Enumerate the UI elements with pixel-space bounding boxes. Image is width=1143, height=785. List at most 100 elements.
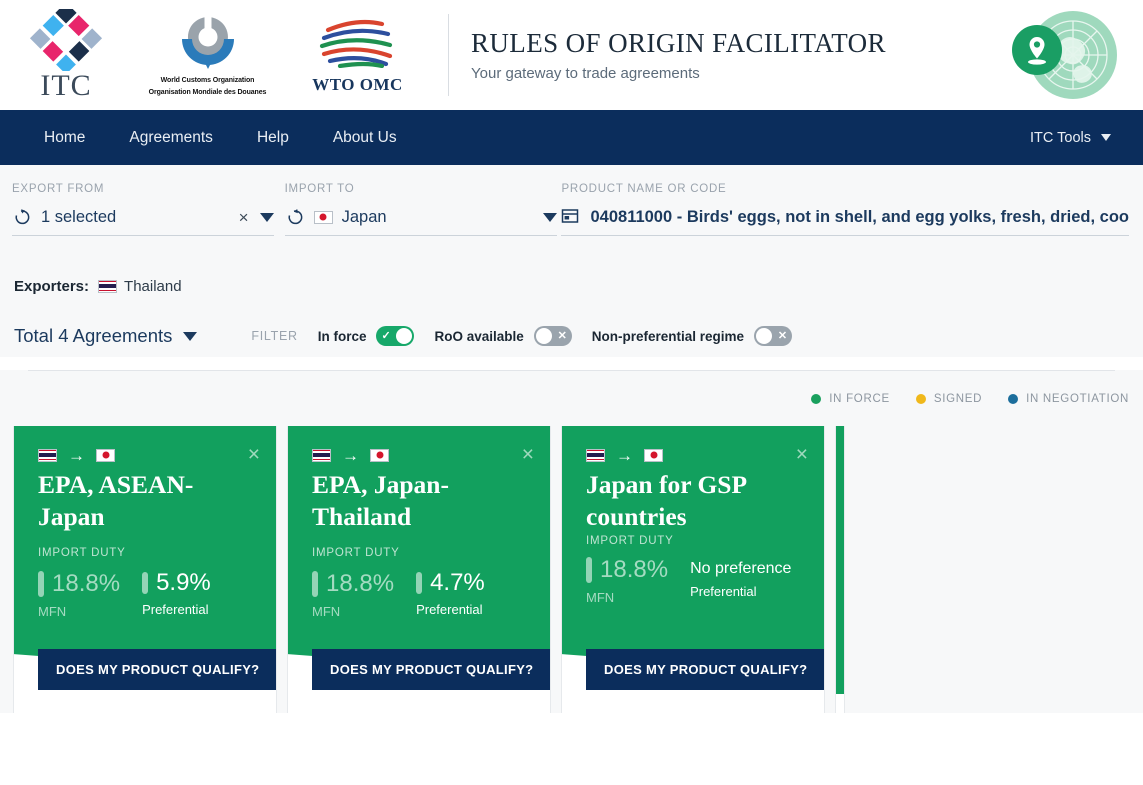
- import-to-value: Japan: [341, 207, 387, 226]
- filter-roo-available-toggle[interactable]: ✕: [533, 326, 572, 346]
- duty-mfn-caption: MFN: [586, 589, 615, 605]
- legend-label-in-negotiation: IN NEGOTIATION: [1026, 392, 1129, 405]
- flag-thailand-icon: [586, 448, 605, 462]
- legend-item-in-force: IN FORCE: [811, 393, 890, 405]
- duty-mfn-value: 18.8%: [600, 555, 669, 583]
- wco-mark-icon: [181, 16, 234, 69]
- total-agreements-label: Total 4 Agreements: [14, 325, 173, 346]
- does-my-product-qualify-button[interactable]: DOES MY PRODUCT QUALIFY?: [312, 649, 550, 690]
- toggle-knob: [396, 328, 413, 344]
- duty-mfn: 18.8% MFN: [586, 555, 669, 605]
- card-import-duty-label: IMPORT DUTY: [312, 547, 400, 560]
- exporters-label: Exporters:: [14, 277, 90, 295]
- product-catalog-icon: [561, 207, 581, 227]
- export-from-clear-icon[interactable]: ×: [239, 209, 251, 226]
- toggle-knob: [535, 328, 552, 344]
- import-to-control[interactable]: Japan: [284, 207, 558, 236]
- exporter-chip-thailand[interactable]: Thailand: [98, 278, 182, 295]
- card-close-icon[interactable]: ×: [522, 444, 534, 465]
- card-title: EPA, ASEAN-Japan: [38, 470, 194, 532]
- nav-item-about-us[interactable]: About Us: [311, 129, 419, 147]
- site-header: ITC World Customs Organization Organisat…: [0, 0, 1143, 110]
- card-duties: 18.8% MFN No preference Preferential: [586, 555, 802, 605]
- export-from-value: 1 selected: [41, 207, 117, 226]
- itc-tools-label: ITC Tools: [1030, 129, 1091, 146]
- flag-japan-icon: [644, 448, 663, 462]
- legend-label-signed: SIGNED: [933, 392, 983, 405]
- card-content: → × Japan for GSP countries IMPORT DUTY …: [562, 426, 824, 605]
- wto-mark-icon: [319, 19, 393, 68]
- duty-preferential-caption: Preferential: [416, 602, 483, 618]
- duty-mfn-value: 18.8%: [326, 570, 395, 598]
- legend-dot-signed-icon: [915, 393, 926, 404]
- card-title: EPA, Japan-Thailand: [312, 470, 449, 532]
- agreement-cards: → × EPA, ASEAN-Japan IMPORT DUTY 18.8% M…: [0, 413, 1143, 713]
- import-to-chevron-down-icon[interactable]: [543, 212, 558, 222]
- wco-caption-en: World Customs Organization: [160, 76, 255, 84]
- does-my-product-qualify-button[interactable]: DOES MY PRODUCT QUALIFY?: [38, 649, 276, 690]
- card-close-icon[interactable]: ×: [248, 444, 260, 465]
- card-route: →: [312, 446, 528, 464]
- check-icon: ✓: [381, 330, 391, 342]
- duty-preferential: 5.9% Preferential: [142, 571, 211, 619]
- card-import-duty-label: IMPORT DUTY: [586, 534, 674, 547]
- card-content: → × EPA, Japan-Thailand IMPORT DUTY 18.8…: [288, 426, 550, 619]
- wto-logo-text: WTO OMC: [312, 74, 403, 94]
- close-icon: ✕: [777, 330, 788, 342]
- filter-heading: FILTER: [251, 329, 298, 343]
- filter-in-force-label: In force: [317, 328, 367, 344]
- filter-non-preferential-regime-toggle[interactable]: ✕: [754, 326, 793, 346]
- arrow-right-icon: →: [68, 445, 85, 465]
- site-title-block: RULES OF ORIGIN FACILITATOR Your gateway…: [449, 28, 886, 82]
- agreement-card[interactable]: → × EPA, ASEAN-Japan IMPORT DUTY 18.8% M…: [13, 426, 277, 713]
- total-agreements-dropdown[interactable]: Total 4 Agreements: [14, 325, 198, 347]
- duty-mfn: 18.8% MFN: [312, 571, 394, 619]
- agreement-card[interactable]: → × Japan for GSP countries IMPORT DUTY …: [561, 426, 825, 713]
- card-duties: 18.8% MFN 4.7% Preferential: [312, 571, 528, 619]
- flag-thailand-icon: [38, 448, 57, 462]
- duty-preferential-caption: Preferential: [142, 602, 209, 618]
- product-control[interactable]: 040811000 - Birds' eggs, not in shell, a…: [561, 207, 1129, 236]
- duty-bar-icon: [142, 572, 149, 595]
- export-from-chevron-down-icon[interactable]: [259, 212, 274, 222]
- exporter-name: Thailand: [124, 277, 182, 295]
- total-agreements-chevron-down-icon: [183, 331, 198, 341]
- duty-mfn-value: 18.8%: [52, 570, 121, 598]
- exporters-row: Exporters: Thailand: [0, 255, 1143, 301]
- arrow-right-icon: →: [616, 445, 633, 465]
- nav-item-home[interactable]: Home: [22, 129, 107, 147]
- filter-bar: Total 4 Agreements FILTER In force ✓ RoO…: [0, 301, 1143, 357]
- nav-item-help[interactable]: Help: [235, 129, 311, 147]
- toggle-knob: [756, 328, 773, 344]
- card-duties: 18.8% MFN 5.9% Preferential: [38, 571, 254, 619]
- filter-in-force[interactable]: In force ✓: [318, 326, 415, 346]
- flag-japan-icon: [370, 448, 389, 462]
- duty-bar-icon: [38, 571, 44, 598]
- export-arrow-icon: [12, 207, 32, 227]
- duty-bar-icon: [312, 571, 318, 598]
- itc-tools-dropdown[interactable]: ITC Tools: [1030, 130, 1119, 146]
- export-from-control[interactable]: 1 selected ×: [12, 207, 274, 236]
- nav-item-agreements[interactable]: Agreements: [107, 129, 235, 147]
- does-my-product-qualify-button[interactable]: DOES MY PRODUCT QUALIFY?: [586, 649, 824, 690]
- partner-logos: ITC World Customs Organization Organisat…: [0, 0, 449, 110]
- card-route: →: [38, 446, 254, 464]
- legend-item-in-negotiation: IN NEGOTIATION: [1008, 393, 1129, 405]
- export-from-field: EXPORT FROM 1 selected ×: [12, 183, 274, 236]
- main-navigation: Home Agreements Help About Us ITC Tools: [0, 110, 1143, 165]
- agreement-card[interactable]: [835, 426, 845, 713]
- page-subtitle: Your gateway to trade agreements: [471, 65, 700, 83]
- duty-mfn-caption: MFN: [38, 604, 67, 620]
- legend-dot-in-force-icon: [811, 393, 822, 404]
- card-close-icon[interactable]: ×: [796, 444, 808, 465]
- nav-links: Home Agreements Help About Us: [22, 129, 419, 147]
- duty-mfn-caption: MFN: [312, 604, 341, 620]
- filter-non-preferential-regime[interactable]: Non-preferential regime ✕: [592, 326, 793, 346]
- agreement-card[interactable]: → × EPA, Japan-Thailand IMPORT DUTY 18.8…: [287, 426, 551, 713]
- itc-logo: ITC: [22, 2, 110, 101]
- wco-caption-fr: Organisation Mondiale des Douanes: [148, 88, 267, 96]
- filter-roo-available[interactable]: RoO available ✕: [434, 326, 572, 346]
- un-globe-logo: [1000, 6, 1125, 104]
- filter-in-force-toggle[interactable]: ✓: [376, 326, 415, 346]
- duty-preferential-value: No preference: [690, 559, 792, 577]
